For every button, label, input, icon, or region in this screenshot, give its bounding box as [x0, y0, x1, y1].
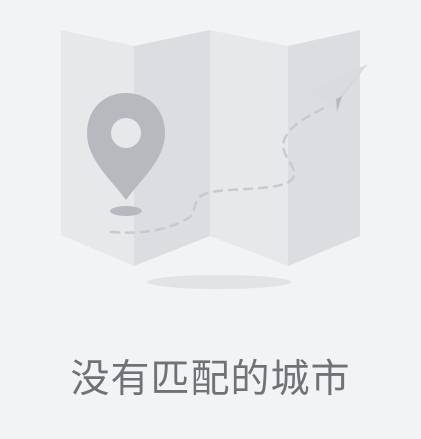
map-shadow — [147, 275, 291, 289]
empty-state-message: 没有匹配的城市 — [70, 357, 351, 402]
folded-map-icon — [61, 30, 368, 289]
map-panel-3 — [210, 30, 288, 266]
map-panel-4 — [288, 30, 360, 266]
empty-city-state: 没有匹配的城市 — [0, 0, 421, 439]
